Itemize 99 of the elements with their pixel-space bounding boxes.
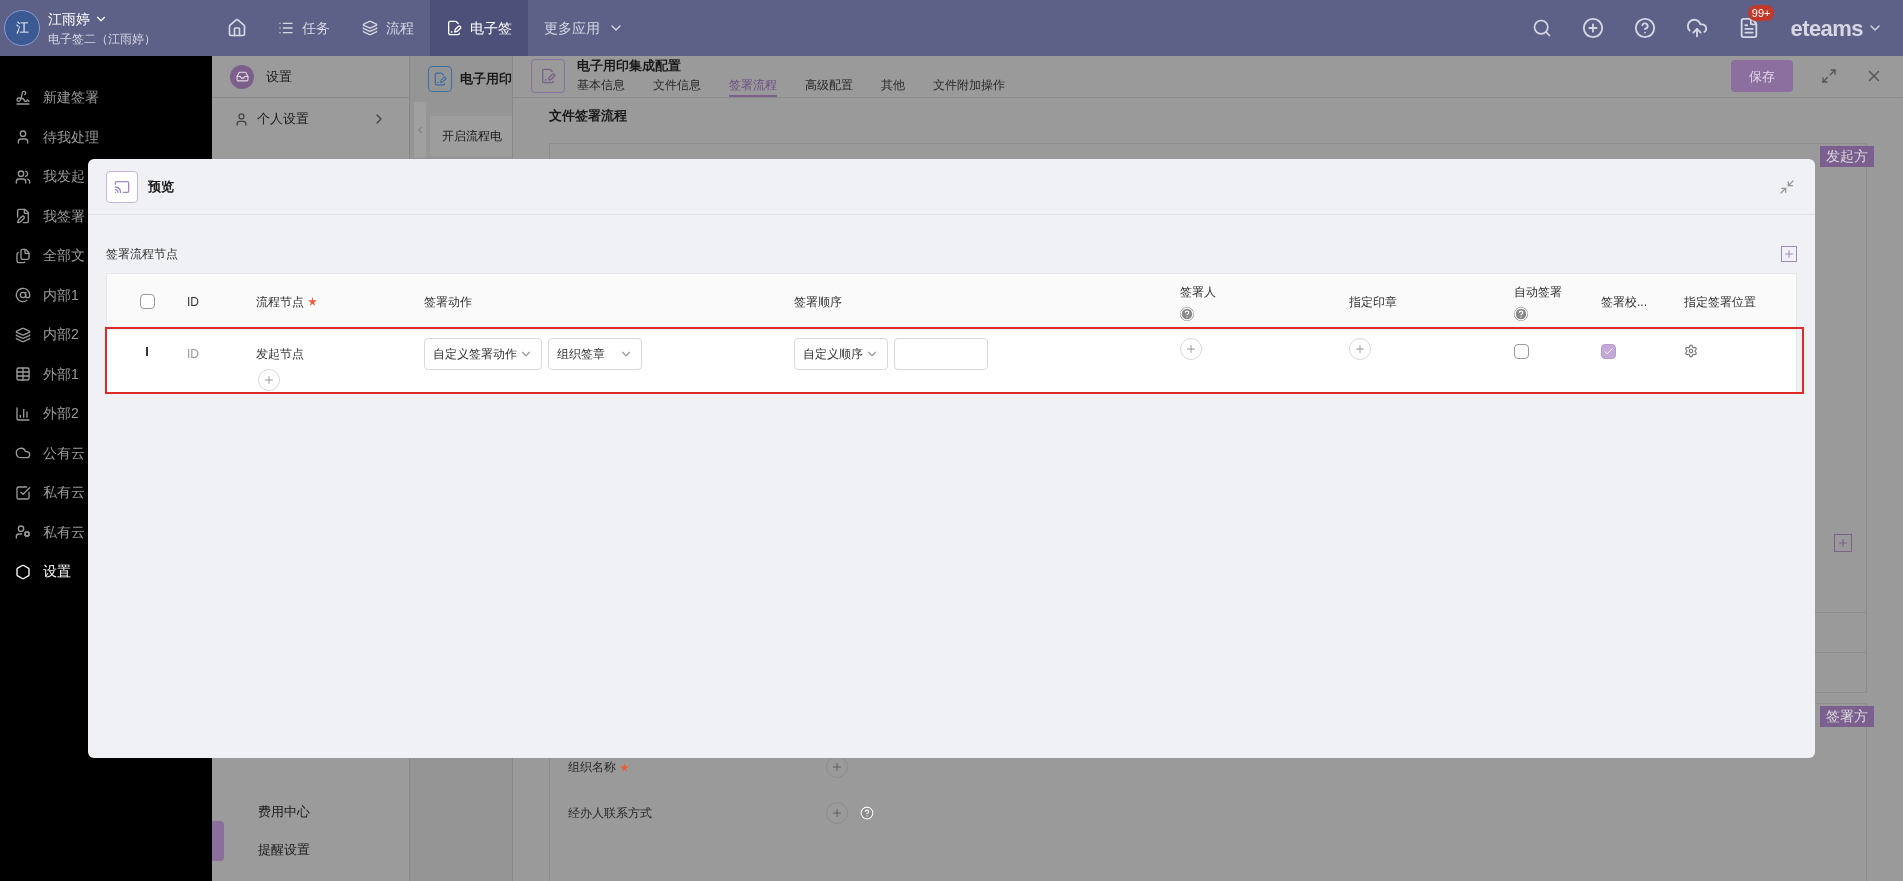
plus-icon: [831, 761, 843, 773]
nav-tab[interactable]: 任务: [262, 0, 346, 56]
collapse-button[interactable]: [414, 102, 426, 158]
dialog-title: 预览: [148, 177, 174, 196]
id-cell: ID: [187, 347, 199, 361]
check-icon: [1603, 346, 1614, 357]
list-icon: [278, 20, 294, 36]
sidebar-item[interactable]: 内部2: [0, 315, 79, 355]
chevron-left-icon: [415, 125, 425, 135]
sidebar-item[interactable]: 外部1: [0, 354, 79, 394]
layers-icon: [362, 20, 378, 36]
select-field[interactable]: 自定义顺序: [794, 338, 888, 370]
party-tag: 签署方: [1820, 706, 1874, 727]
plus-icon: [263, 374, 275, 386]
settings-item[interactable]: 个人设置: [212, 98, 409, 140]
plus-icon: [1354, 343, 1366, 355]
at-sign-icon: [15, 287, 31, 304]
sidebar-item[interactable]: 私有云: [0, 473, 85, 513]
nav-tab[interactable]: 电子签: [430, 0, 528, 56]
document-icon: [531, 59, 565, 94]
signature-icon: [15, 89, 31, 106]
column-header: 签署动作: [424, 293, 472, 311]
users-icon: [15, 168, 31, 185]
config-tab[interactable]: 其他: [881, 75, 905, 97]
config-tab[interactable]: 基本信息: [577, 75, 625, 97]
file-edit-icon: [15, 208, 31, 225]
checkbox[interactable]: [1514, 344, 1529, 359]
document-icon: [428, 66, 452, 92]
checkbox[interactable]: [1601, 344, 1616, 359]
column-header: 自动签署: [1514, 283, 1562, 301]
column-header: 签署人: [1180, 283, 1216, 301]
plus-icon: [1185, 343, 1197, 355]
config-title: 电子用印集成配置: [577, 57, 682, 75]
add-icon[interactable]: [1781, 246, 1797, 262]
user-icon: [234, 111, 249, 127]
checkbox[interactable]: [139, 294, 155, 309]
panel-title: 电子用印: [460, 70, 512, 89]
hexagon-icon: [15, 563, 31, 580]
sidebar-item[interactable]: 内部1: [0, 275, 79, 315]
config-tab[interactable]: 高级配置: [805, 75, 853, 97]
sidebar-item[interactable]: 待我处理: [0, 117, 99, 157]
add-icon: [1582, 17, 1605, 39]
sidebar-item[interactable]: 公有云: [0, 433, 85, 473]
party-tag: 发起方: [1820, 146, 1874, 167]
plus-icon: [831, 807, 843, 819]
section-title: 文件签署流程: [549, 106, 628, 125]
sidebar-item[interactable]: 新建签署: [0, 78, 99, 118]
card-text: 开启流程电: [442, 129, 502, 143]
column-header: 流程节点: [256, 293, 304, 311]
config-tab[interactable]: 文件附加操作: [933, 75, 1005, 97]
collapse-handle[interactable]: [212, 821, 224, 861]
org-name: 电子签二（江雨婷）: [48, 30, 156, 48]
panel-title: 设置: [266, 67, 292, 86]
collapse-icon: [1779, 178, 1795, 195]
sidebar-item[interactable]: 我发起: [0, 157, 85, 197]
column-header: 指定签署位置: [1684, 293, 1756, 311]
field-label: 组织名称: [568, 759, 616, 776]
help-icon: [1634, 17, 1657, 39]
layers-icon: [15, 326, 31, 343]
files-icon: [15, 247, 31, 264]
column-header: 指定印章: [1349, 293, 1397, 311]
add-icon[interactable]: [1834, 534, 1852, 552]
settings-item[interactable]: 费用中心: [258, 793, 310, 831]
nav-tab[interactable]: 流程: [346, 0, 430, 56]
document-icon: [446, 20, 462, 36]
avatar: 江: [4, 10, 40, 46]
settings-item[interactable]: 提醒设置: [258, 831, 310, 869]
sidebar-item[interactable]: 私有云: [0, 512, 85, 552]
cloud-upload-icon: [1686, 17, 1709, 39]
user-icon: [15, 129, 31, 146]
inbox-icon: [230, 64, 254, 89]
search-icon: [1532, 18, 1553, 38]
config-tab[interactable]: 文件信息: [653, 75, 701, 97]
sidebar-item[interactable]: 我签署: [0, 196, 85, 236]
settings-button[interactable]: [1684, 344, 1698, 358]
column-header: ID: [187, 293, 199, 311]
field-label: 经办人联系方式: [568, 805, 652, 822]
brand-menu[interactable]: eteams: [1790, 11, 1883, 45]
checkbox-icon: [15, 484, 31, 501]
table-icon: [15, 366, 31, 383]
user-menu[interactable]: 江雨婷: [48, 8, 156, 30]
node-name: 发起节点: [256, 346, 304, 363]
bar-chart-icon: [15, 405, 31, 422]
sidebar-item[interactable]: 全部文: [0, 236, 85, 276]
section-title: 签署流程节点: [106, 246, 178, 263]
row-marker: [146, 347, 148, 356]
nav-tab[interactable]: 更多应用: [528, 0, 640, 56]
expand-icon: [1821, 68, 1837, 85]
notification-badge: 99+: [1747, 5, 1775, 21]
cast-icon: [106, 170, 138, 203]
user-gear-icon: [15, 524, 31, 541]
sidebar-item[interactable]: 外部2: [0, 394, 79, 434]
column-header: 签署校...: [1601, 293, 1647, 311]
select-field[interactable]: 自定义签署动作: [424, 338, 542, 370]
column-header: 签署顺序: [794, 293, 842, 311]
select-field[interactable]: 组织签章: [548, 338, 642, 370]
home-icon: [227, 18, 247, 38]
sidebar-item[interactable]: 设置: [0, 552, 71, 592]
order-input[interactable]: [894, 338, 988, 370]
